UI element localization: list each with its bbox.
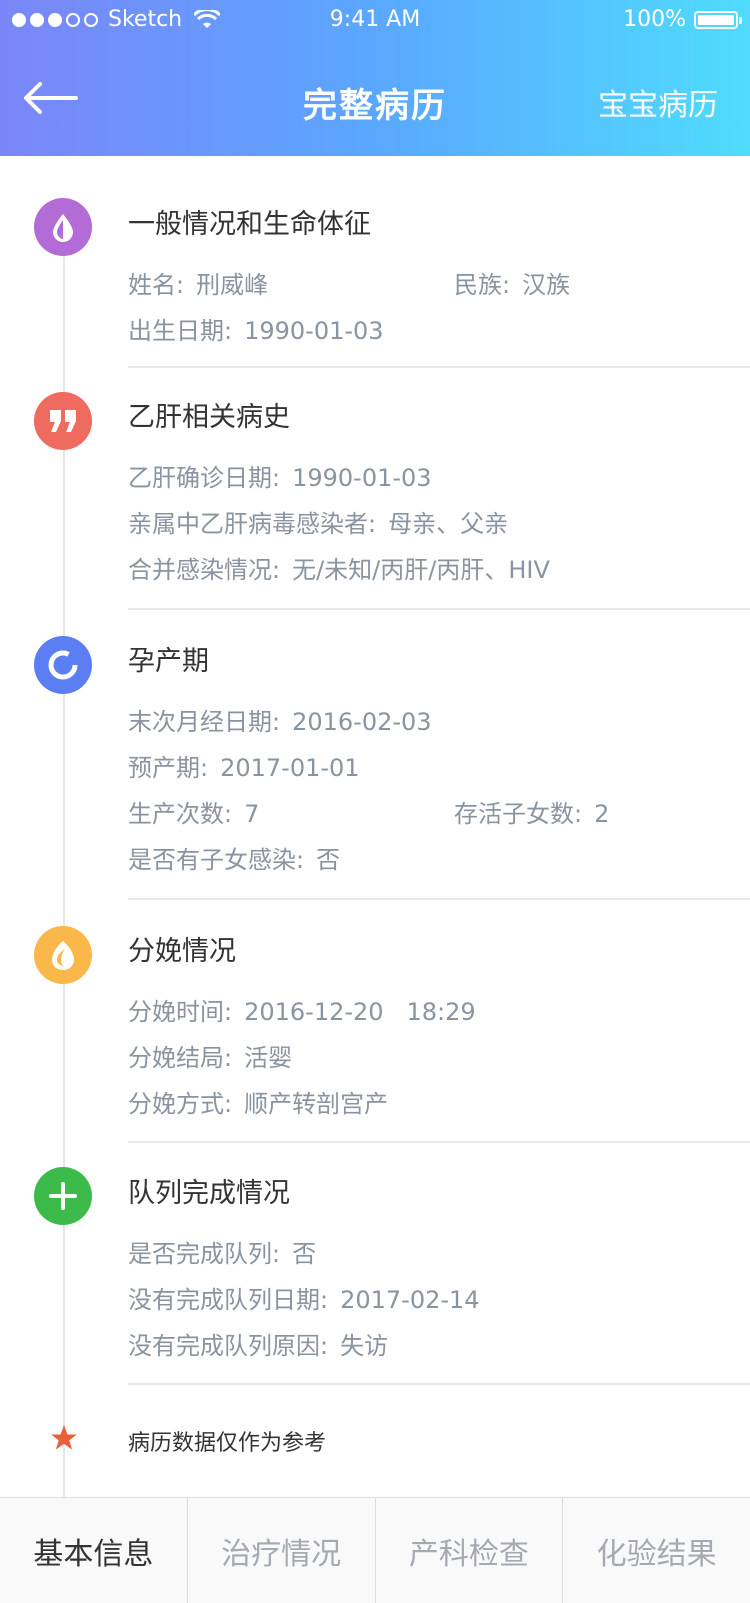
battery-icon <box>694 11 742 29</box>
field-value: 刑威峰 <box>196 271 269 299</box>
field-label: 出生日期: <box>128 317 233 345</box>
field-value: 顺产转剖宫产 <box>244 1090 389 1118</box>
field-value: 否 <box>292 1240 317 1268</box>
field-label: 分娩时间: <box>128 998 233 1026</box>
quote-icon <box>34 392 92 450</box>
field-living-children: 存活子女数: 2 <box>454 794 609 829</box>
battery-percent: 100% <box>623 7 686 32</box>
field-value: 7 <box>244 800 260 828</box>
plus-icon <box>34 1167 92 1225</box>
field-label: 存活子女数: <box>454 800 583 828</box>
field-label: 民族: <box>454 271 511 299</box>
field-value: 母亲、父亲 <box>388 510 509 538</box>
field-lmp: 末次月经日期: 2016-02-03 <box>128 702 432 737</box>
field-value: 1990-01-03 <box>244 317 384 345</box>
ring-icon <box>34 636 92 694</box>
divider <box>128 1141 750 1143</box>
section-title: 孕产期 <box>128 646 209 677</box>
tab-treatment[interactable]: 治疗情况 <box>188 1498 376 1603</box>
field-label: 末次月经日期: <box>128 708 281 736</box>
field-label: 亲属中乙肝病毒感染者: <box>128 510 377 538</box>
field-label: 乙肝确诊日期: <box>128 464 281 492</box>
field-delivery-outcome: 分娩结局: 活婴 <box>128 1038 292 1073</box>
field-label: 合并感染情况: <box>128 556 281 584</box>
tab-lab-results[interactable]: 化验结果 <box>563 1498 750 1603</box>
field-value: 无/未知/丙肝/丙肝、HIV <box>292 556 550 584</box>
section-title: 分娩情况 <box>128 936 236 967</box>
field-value: 汉族 <box>522 271 571 299</box>
field-label: 分娩方式: <box>128 1090 233 1118</box>
field-delivery-time: 分娩时间: 2016-12-20 18:29 <box>128 992 476 1027</box>
field-relatives: 亲属中乙肝病毒感染者: 母亲、父亲 <box>128 504 508 539</box>
field-due-date: 预产期: 2017-01-01 <box>128 748 360 783</box>
baby-record-link[interactable]: 宝宝病历 <box>598 80 718 124</box>
section-title: 一般情况和生命体征 <box>128 209 371 240</box>
field-label: 没有完成队列日期: <box>128 1286 329 1314</box>
field-coinfection: 合并感染情况: 无/未知/丙肝/丙肝、HIV <box>128 550 550 585</box>
divider <box>128 898 750 900</box>
field-label: 分娩结局: <box>128 1044 233 1072</box>
tab-basic-info[interactable]: 基本信息 <box>0 1498 188 1603</box>
field-value: 2 <box>594 800 610 828</box>
field-label: 生产次数: <box>128 800 233 828</box>
field-label: 是否完成队列: <box>128 1240 281 1268</box>
field-value: 活婴 <box>244 1044 293 1072</box>
field-cohort-reason: 没有完成队列原因: 失访 <box>128 1326 388 1361</box>
field-label: 没有完成队列原因: <box>128 1332 329 1360</box>
header: Sketch 9:41 AM 100% 完整病历 宝宝病历 <box>0 0 750 156</box>
field-label: 姓名: <box>128 271 185 299</box>
field-value: 2016-02-03 <box>292 708 432 736</box>
disclaimer-note: 病历数据仅作为参考 <box>128 1431 327 1456</box>
field-value: 1990-01-03 <box>292 464 432 492</box>
section-title: 队列完成情况 <box>128 1178 290 1209</box>
tab-obstetric-exam[interactable]: 产科检查 <box>376 1498 564 1603</box>
section-title: 乙肝相关病史 <box>128 402 290 433</box>
field-delivery-method: 分娩方式: 顺产转剖宫产 <box>128 1084 388 1119</box>
field-births: 生产次数: 7 <box>128 794 259 829</box>
field-value: 2016-12-20 18:29 <box>244 998 476 1026</box>
field-label: 是否有子女感染: <box>128 846 305 874</box>
status-bar: Sketch 9:41 AM 100% <box>0 0 750 40</box>
divider <box>128 366 750 368</box>
field-value: 2017-01-01 <box>220 754 360 782</box>
field-cohort-date: 没有完成队列日期: 2017-02-14 <box>128 1280 480 1315</box>
field-ethnicity: 民族: 汉族 <box>454 265 570 300</box>
field-value: 2017-02-14 <box>340 1286 480 1314</box>
field-value: 失访 <box>340 1332 389 1360</box>
battery-area: 100% <box>623 0 742 40</box>
field-value: 否 <box>316 846 341 874</box>
field-label: 预产期: <box>128 754 209 782</box>
field-name: 姓名: 刑威峰 <box>128 265 268 300</box>
field-child-infection: 是否有子女感染: 否 <box>128 840 340 875</box>
field-cohort-complete: 是否完成队列: 否 <box>128 1234 316 1269</box>
bottom-tab-bar: 基本信息 治疗情况 产科检查 化验结果 <box>0 1497 750 1603</box>
divider <box>128 608 750 610</box>
star-icon <box>51 1425 77 1450</box>
divider <box>128 1383 750 1385</box>
field-birthdate: 出生日期: 1990-01-03 <box>128 311 384 346</box>
egg-icon <box>34 926 92 984</box>
field-hbv-date: 乙肝确诊日期: 1990-01-03 <box>128 458 432 493</box>
drop-icon <box>34 198 92 256</box>
